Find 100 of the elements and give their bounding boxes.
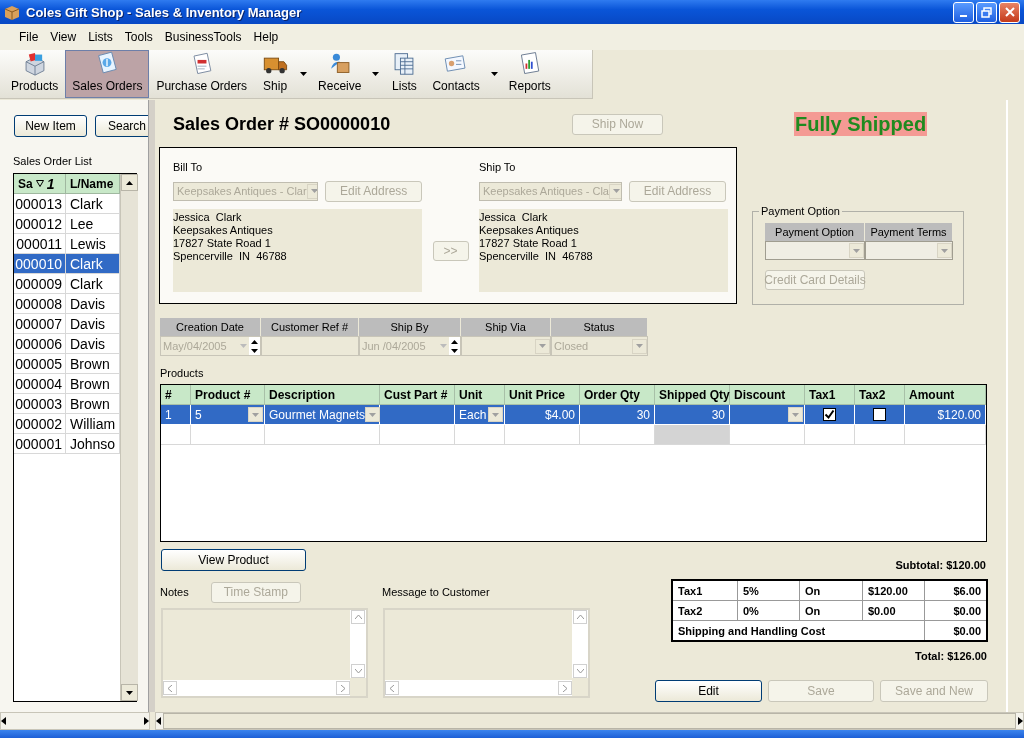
address-line: Keepsakes Antiques: [173, 224, 274, 237]
right-arrow-icon[interactable]: [1018, 717, 1023, 725]
column-header[interactable]: Description: [265, 385, 380, 405]
table-cell: 000006: [14, 334, 66, 354]
down-arrow-icon[interactable]: [126, 690, 133, 695]
table-cell[interactable]: [905, 425, 986, 445]
section-label: Ship To: [479, 161, 517, 173]
table-cell: $120.00: [862, 580, 925, 601]
spin-button[interactable]: [449, 337, 460, 355]
view-product-button[interactable]: View Product: [161, 549, 306, 571]
dropdown-button[interactable]: [608, 183, 621, 199]
scrollbar[interactable]: [120, 174, 138, 701]
dropdown-button[interactable]: [849, 243, 864, 258]
dropdown-button[interactable]: [535, 338, 550, 354]
column-header[interactable]: Unit Price: [505, 385, 580, 405]
checkbox[interactable]: [873, 408, 886, 421]
minimize-button[interactable]: [953, 1, 974, 23]
table-cell[interactable]: [805, 425, 855, 445]
column-label: L/Name: [70, 176, 114, 191]
table-cell[interactable]: [161, 425, 191, 445]
table-cell: $0.00: [862, 600, 925, 621]
restore-button[interactable]: [976, 1, 997, 23]
caret-icon: [539, 344, 546, 348]
column-header[interactable]: Unit: [455, 385, 505, 405]
table-cell[interactable]: [265, 425, 380, 445]
caret-icon: [792, 412, 799, 417]
menu-item[interactable]: View: [45, 28, 82, 46]
table-cell[interactable]: [855, 425, 905, 445]
left-arrow-icon[interactable]: [156, 717, 161, 725]
dropdown-field[interactable]: [461, 336, 551, 356]
column-header: Ship By: [359, 318, 461, 336]
left-arrow-icon[interactable]: [1, 717, 6, 725]
table-cell[interactable]: [455, 425, 505, 445]
field-value: May/04/2005: [163, 340, 228, 352]
dropdown-button[interactable]: [488, 407, 503, 422]
toolbar-button[interactable]: Search: [95, 115, 148, 137]
caret-icon: [310, 189, 318, 193]
table-cell[interactable]: [655, 425, 730, 445]
subtotal-text: Subtotal: $120.00: [895, 559, 986, 571]
menu-item[interactable]: Lists: [83, 28, 118, 46]
menu-item[interactable]: Tools: [119, 28, 158, 46]
text-field[interactable]: [261, 336, 359, 356]
column-header[interactable]: Amount: [905, 385, 986, 405]
dropdown-button[interactable]: [788, 407, 803, 422]
column-label: Sa: [18, 176, 33, 191]
menu-item[interactable]: File: [14, 28, 44, 46]
dropdown-button[interactable]: [248, 407, 263, 422]
text-area[interactable]: [383, 608, 590, 698]
toolbar-button[interactable]: Receive: [311, 50, 369, 98]
dropdown-field[interactable]: [865, 241, 953, 260]
field-value: Keepsakes Antiques - Clar: [177, 185, 307, 197]
text-area[interactable]: [161, 608, 368, 698]
column-header[interactable]: Product #: [191, 385, 265, 405]
table-cell: 000010: [14, 254, 66, 274]
dropdown-button[interactable]: [365, 407, 381, 422]
dropdown-button[interactable]: [937, 243, 952, 258]
menu-item[interactable]: BusinessTools: [159, 28, 247, 46]
toolbar-button[interactable]: Lists: [383, 50, 426, 98]
column-header[interactable]: Sa 1: [14, 174, 66, 194]
table-cell: 000004: [14, 374, 66, 394]
caret-icon: [941, 248, 948, 253]
menu-item[interactable]: Help: [248, 28, 284, 46]
right-arrow-icon[interactable]: [144, 717, 149, 725]
address-line: Jessica Clark: [173, 211, 243, 224]
toolbar-button[interactable]: Purchase Orders: [149, 50, 255, 98]
toolbar-button[interactable]: Contacts: [425, 50, 487, 98]
table-cell[interactable]: [380, 425, 455, 445]
scrollbar[interactable]: [155, 712, 1024, 730]
caret-icon: [853, 248, 860, 253]
column-header[interactable]: Cust Part #: [380, 385, 455, 405]
table-cell[interactable]: [505, 425, 580, 445]
table-row[interactable]: 1 5 Gourmet Magnets Each $4.00 30 30 $120.00: [161, 405, 986, 425]
column-header[interactable]: Shipped Qty: [655, 385, 730, 405]
list-row[interactable]: 000010 Clark: [14, 254, 120, 274]
scrollbar[interactable]: [0, 712, 150, 730]
toolbar-button[interactable]: Ship: [254, 50, 297, 98]
table-cell: On: [799, 600, 863, 621]
table-cell: 30: [636, 407, 650, 422]
column-header[interactable]: L/Name: [66, 174, 120, 194]
splitter[interactable]: [148, 100, 155, 712]
column-header: Status: [551, 318, 648, 336]
column-header[interactable]: Tax1: [805, 385, 855, 405]
column-header[interactable]: Tax2: [855, 385, 905, 405]
spin-button[interactable]: [249, 337, 260, 355]
column-header[interactable]: Discount: [730, 385, 805, 405]
caret-icon: [240, 344, 247, 348]
column-header[interactable]: Order Qty: [580, 385, 655, 405]
table-cell[interactable]: [191, 425, 265, 445]
up-arrow-icon[interactable]: [126, 180, 133, 185]
checkbox[interactable]: [823, 408, 836, 421]
toolbar-button[interactable]: Reports: [501, 50, 558, 98]
action-button[interactable]: Edit: [655, 680, 762, 702]
toolbar-button[interactable]: New Item: [14, 115, 87, 137]
close-button[interactable]: [999, 1, 1020, 23]
dropdown-field[interactable]: [765, 241, 865, 260]
toolbar-button[interactable]: Products: [4, 50, 66, 98]
dropdown-button[interactable]: [632, 338, 647, 354]
table-cell[interactable]: [730, 425, 805, 445]
toolbar-button[interactable]: Sales Orders: [65, 50, 150, 98]
column-header[interactable]: #: [161, 385, 191, 405]
